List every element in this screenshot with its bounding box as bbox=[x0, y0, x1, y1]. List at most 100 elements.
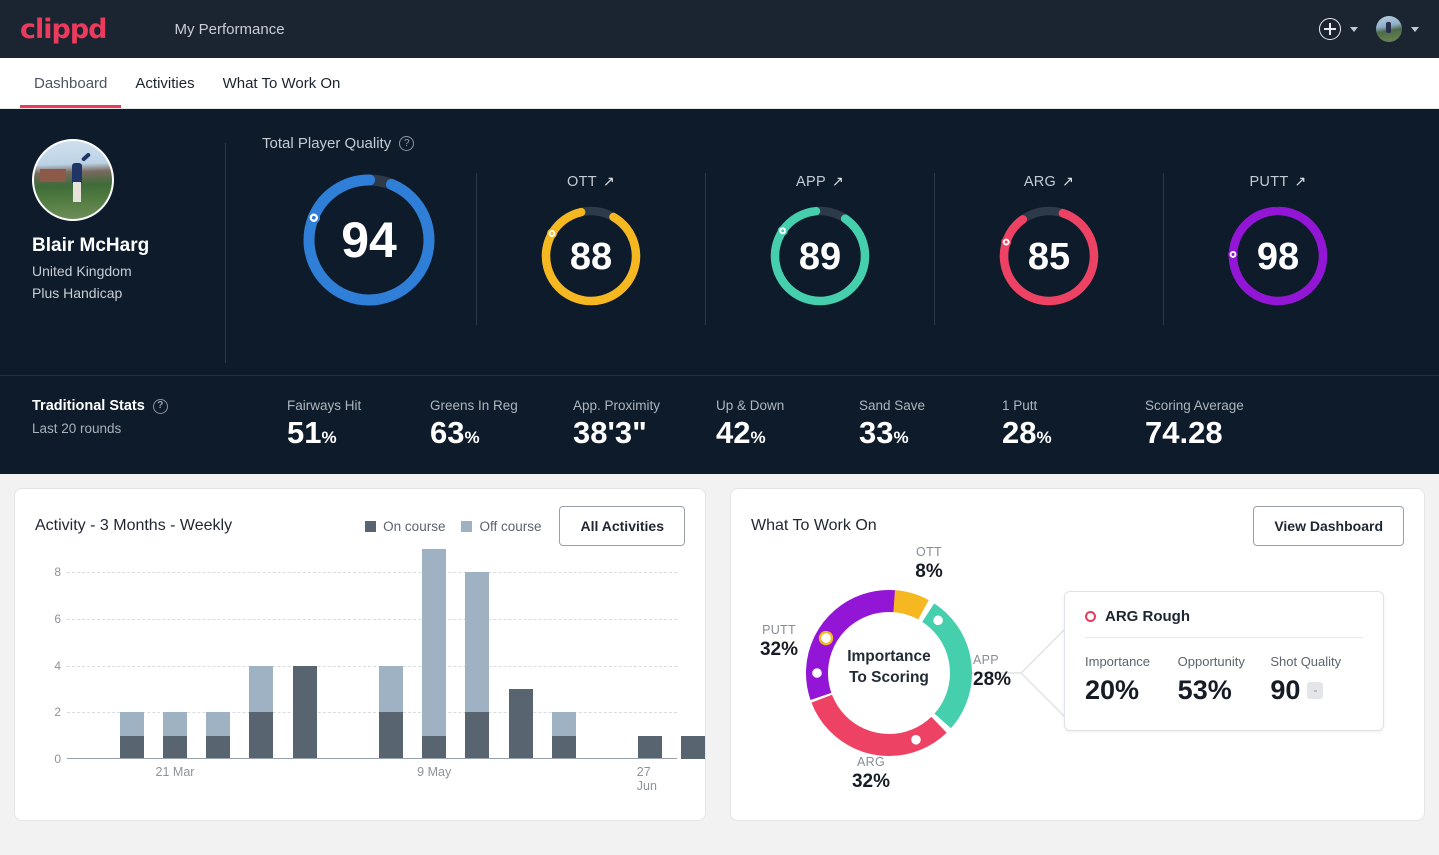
chart-bar-segment-off-course bbox=[551, 712, 576, 736]
donut-label-arg-key: ARG bbox=[857, 755, 885, 769]
tab-activities[interactable]: Activities bbox=[121, 58, 208, 108]
chart-x-tick: 27 Jun bbox=[636, 765, 657, 793]
chart-x-tick: 21 Mar bbox=[155, 765, 195, 779]
donut-label-putt: PUTT 32% bbox=[739, 623, 819, 661]
arrow-up-right-icon: ↗ bbox=[602, 173, 615, 189]
stat-scoring-average: Scoring Average 74.28 bbox=[1145, 398, 1288, 448]
plus-circle-icon bbox=[1319, 18, 1341, 40]
donut-label-app-value: 28% bbox=[973, 669, 1012, 690]
stat-unit: % bbox=[750, 428, 766, 447]
question-circle-icon[interactable]: ? bbox=[152, 398, 168, 414]
add-menu-button[interactable] bbox=[1319, 18, 1358, 40]
legend-on-course-label: On course bbox=[383, 518, 446, 534]
metric-shot-quality-label: Shot Quality bbox=[1270, 654, 1342, 669]
activity-card-header: Activity - 3 Months - Weekly On course O… bbox=[35, 506, 685, 546]
detail-card-title: ARG Rough bbox=[1065, 592, 1383, 637]
activity-chart: 0 2 4 6 8 21 Mar 9 May 27 Jun bbox=[35, 549, 706, 801]
donut-label-app-key: APP bbox=[973, 653, 999, 667]
wtwo-card-title: What To Work On bbox=[751, 517, 877, 534]
legend-swatch-icon bbox=[461, 520, 473, 532]
gauge-arg-text: ARG bbox=[1023, 173, 1057, 190]
chart-plot-area bbox=[67, 549, 706, 759]
metric-opportunity: Opportunity 53% bbox=[1178, 654, 1271, 706]
chart-bar[interactable] bbox=[465, 572, 490, 759]
stat-value: 63% bbox=[430, 417, 573, 448]
chart-bar-segment-off-course bbox=[206, 712, 231, 736]
app-title: My Performance bbox=[174, 20, 285, 38]
stat-number: 38'3" bbox=[573, 415, 647, 450]
chart-bar[interactable] bbox=[422, 549, 447, 759]
chart-bars bbox=[67, 549, 706, 759]
player-profile: Blair McHarg United Kingdom Plus Handica… bbox=[0, 135, 225, 301]
gauge-arg: ARG ↗ 85 bbox=[935, 173, 1163, 312]
chart-axis-line bbox=[67, 758, 677, 759]
chart-bar[interactable] bbox=[379, 665, 403, 759]
chart-bar-segment-off-course bbox=[422, 549, 447, 736]
legend-swatch-icon bbox=[365, 520, 377, 532]
chart-bar[interactable] bbox=[638, 735, 663, 759]
player-name: Blair McHarg bbox=[32, 235, 150, 256]
traditional-stats-head: Traditional Stats ? Last 20 rounds bbox=[32, 398, 287, 436]
donut-label-putt-value: 32% bbox=[759, 639, 799, 660]
activity-card-title: Activity - 3 Months - Weekly bbox=[35, 517, 233, 534]
top-bar: clippd My Performance bbox=[0, 0, 1439, 58]
chart-bar-segment-off-course bbox=[379, 665, 403, 713]
gauge-putt: PUTT ↗ 98 bbox=[1164, 173, 1392, 312]
donut-label-app: APP 28% bbox=[973, 653, 1043, 691]
activity-card: Activity - 3 Months - Weekly On course O… bbox=[14, 488, 706, 821]
chart-y-tick: 4 bbox=[54, 658, 61, 673]
chart-bar-segment-on-course bbox=[465, 712, 490, 759]
gauge-arg-ring: 85 bbox=[999, 206, 1099, 306]
donut-center-line2: To Scoring bbox=[849, 668, 929, 686]
chart-bar-segment-on-course bbox=[638, 735, 663, 759]
detail-card[interactable]: ARG Rough Importance 20% Opportunity 53% bbox=[1064, 591, 1384, 731]
stat-label: Sand Save bbox=[859, 398, 926, 413]
chart-y-tick: 6 bbox=[54, 612, 61, 626]
gauge-putt-text: PUTT bbox=[1249, 173, 1289, 190]
chart-y-tick: 2 bbox=[54, 705, 61, 720]
chart-bar[interactable] bbox=[249, 665, 274, 759]
donut-label-ott: OTT 8% bbox=[889, 545, 969, 583]
question-circle-icon[interactable]: ? bbox=[399, 136, 415, 151]
chart-bar[interactable] bbox=[206, 712, 231, 759]
app-logo[interactable]: clippd bbox=[20, 14, 107, 45]
metric-opportunity-value-row: 53% bbox=[1178, 675, 1271, 706]
chart-bar[interactable] bbox=[508, 689, 533, 759]
tab-what-to-work-on-label: What To Work On bbox=[222, 74, 341, 92]
chart-bar-segment-on-course bbox=[681, 735, 706, 759]
stat-label: 1 Putt bbox=[1002, 398, 1038, 413]
chart-bar[interactable] bbox=[681, 735, 706, 759]
metric-shot-quality-value: 90 bbox=[1270, 675, 1301, 705]
stat-value: 74.28 bbox=[1145, 417, 1288, 448]
donut-center-label: Importance To Scoring bbox=[789, 647, 989, 689]
tab-what-to-work-on[interactable]: What To Work On bbox=[209, 58, 355, 108]
tab-dashboard-label: Dashboard bbox=[34, 74, 108, 92]
traditional-stats-title: Traditional Stats ? bbox=[32, 398, 287, 414]
chart-bar[interactable] bbox=[119, 712, 144, 759]
stat-number: 63 bbox=[430, 415, 465, 450]
player-handicap: Plus Handicap bbox=[32, 285, 123, 301]
stat-fairways-hit: Fairways Hit 51% bbox=[287, 398, 430, 448]
stat-number: 28 bbox=[1002, 415, 1037, 450]
chart-bar[interactable] bbox=[292, 665, 317, 759]
chart-bar-segment-off-course bbox=[465, 572, 490, 713]
stat-value: 28% bbox=[1002, 417, 1145, 448]
view-dashboard-button[interactable]: View Dashboard bbox=[1253, 506, 1404, 546]
stat-label: Greens In Reg bbox=[430, 398, 518, 413]
gauge-ott-text: OTT bbox=[567, 173, 597, 190]
all-activities-button[interactable]: All Activities bbox=[559, 506, 685, 546]
metric-opportunity-label: Opportunity bbox=[1177, 654, 1245, 669]
tab-dashboard[interactable]: Dashboard bbox=[20, 58, 122, 108]
detail-card-title-text: ARG Rough bbox=[1105, 608, 1190, 625]
account-menu-button[interactable] bbox=[1376, 16, 1419, 42]
activity-legend: On course Off course bbox=[365, 519, 541, 534]
chart-bar-segment-on-course bbox=[249, 712, 274, 759]
chart-bar-segment-on-course bbox=[422, 735, 447, 759]
chart-bar[interactable] bbox=[551, 712, 576, 759]
chart-x-tick: 9 May bbox=[417, 765, 452, 779]
chart-bar-segment-on-course bbox=[508, 689, 533, 759]
legend-on-course: On course bbox=[365, 519, 445, 534]
stat-app-proximity: App. Proximity 38'3" bbox=[573, 398, 716, 448]
gauge-putt-label: PUTT ↗ bbox=[1249, 173, 1306, 190]
chart-bar[interactable] bbox=[163, 712, 187, 759]
